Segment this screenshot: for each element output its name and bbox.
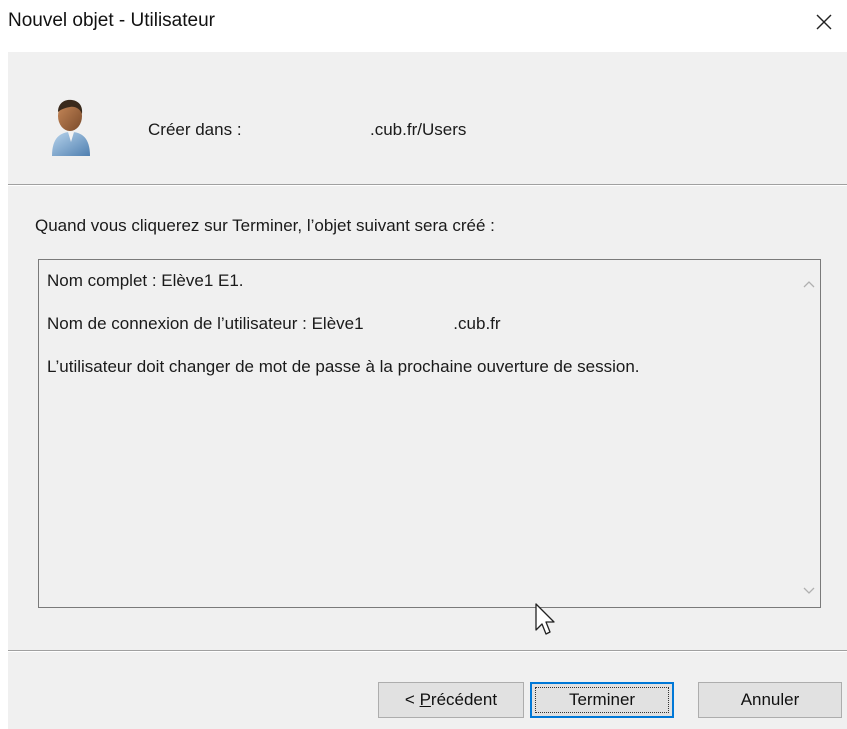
mouse-pointer-icon [534, 602, 558, 638]
previous-prefix: < [404, 690, 420, 709]
cancel-button[interactable]: Annuler [698, 682, 842, 718]
close-icon [816, 14, 832, 30]
focus-ring [535, 687, 669, 713]
create-in-path: .cub.fr/Users [370, 120, 467, 139]
create-in-label: Créer dans : [148, 120, 242, 139]
scroll-up-arrow-icon[interactable] [801, 276, 817, 292]
title-bar: Nouvel objet - Utilisateur [0, 0, 847, 48]
summary-line-password-change: L’utilisateur doit changer de mot de pas… [47, 357, 640, 376]
cancel-label: Annuler [740, 690, 800, 709]
previous-label-rest: récédent [430, 690, 498, 709]
summary-line-logon-name: Nom de connexion de l’utilisateur : Elèv… [47, 314, 501, 333]
previous-mnemonic: P [419, 690, 431, 709]
vertical-scrollbar[interactable] [798, 260, 820, 607]
finish-button[interactable]: Terminer [530, 682, 674, 718]
dialog-body: Créer dans : .cub.fr/Users Quand vous cl… [8, 52, 847, 729]
previous-button[interactable]: < Précédent [378, 682, 524, 718]
close-button[interactable] [801, 2, 847, 42]
summary-line-full-name: Nom complet : Elève1 E1. [47, 271, 244, 290]
user-avatar-icon [46, 96, 96, 158]
summary-lines: Nom complet : Elève1 E1. Nom de connexio… [47, 270, 797, 399]
footer-separator [8, 650, 847, 652]
intro-text: Quand vous cliquerez sur Terminer, l’obj… [35, 216, 495, 235]
summary-textbox[interactable]: Nom complet : Elève1 E1. Nom de connexio… [38, 259, 821, 608]
window-title: Nouvel objet - Utilisateur [8, 10, 215, 31]
scroll-down-arrow-icon[interactable] [801, 583, 817, 599]
header-separator [8, 184, 847, 186]
